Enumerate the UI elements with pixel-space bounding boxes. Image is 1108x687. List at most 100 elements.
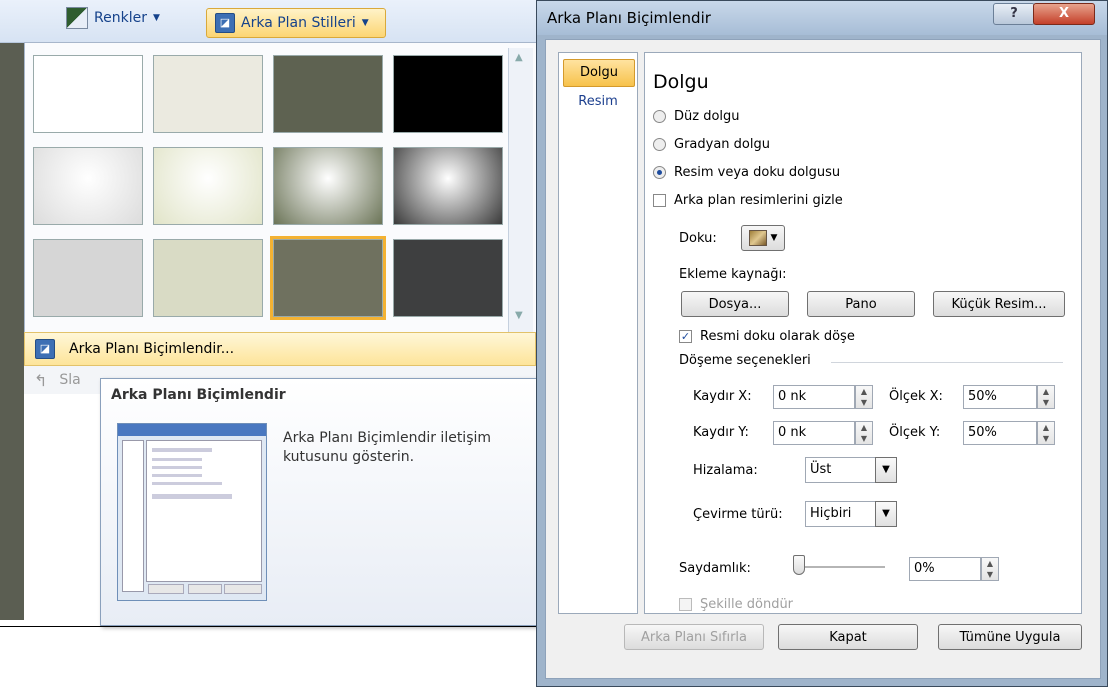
alignment-select[interactable]: Üst	[805, 457, 877, 483]
scale-y-field[interactable]: 50%	[963, 421, 1037, 445]
clipart-button[interactable]: Küçük Resim...	[933, 291, 1065, 317]
radio-label: Gradyan dolgu	[674, 137, 770, 152]
checkbox[interactable]	[679, 598, 692, 611]
nav-item-picture[interactable]: Resim	[563, 89, 633, 115]
chevron-down-icon[interactable]: ▼	[875, 501, 897, 527]
radio-solid-fill[interactable]: Düz dolgu	[653, 109, 740, 124]
background-styles-icon: ◪	[215, 13, 235, 33]
dialog-body: Dolgu Resim Dolgu Düz dolgu Gradyan dolg…	[545, 39, 1101, 679]
category-nav: Dolgu Resim	[558, 52, 638, 614]
panel-heading: Dolgu	[653, 71, 709, 93]
close-dialog-button[interactable]: Kapat	[778, 624, 918, 650]
close-button[interactable]: X	[1033, 3, 1095, 25]
texture-icon	[748, 230, 767, 246]
mirror-type-select[interactable]: Hiçbiri	[805, 501, 877, 527]
scale-y-spinner[interactable]: ▲ ▼	[1037, 421, 1055, 445]
radio-button[interactable]	[653, 166, 666, 179]
scale-x-text: Ölçek X:	[889, 389, 943, 404]
tooltip-description: Arka Planı Biçimlendir iletişim kutusunu…	[283, 430, 492, 465]
reset-icon: ↰	[34, 370, 48, 390]
nav-item-fill[interactable]: Dolgu	[563, 59, 635, 87]
background-style-tile[interactable]	[153, 55, 263, 133]
file-button[interactable]: Dosya...	[681, 291, 789, 317]
insert-from-text: Ekleme kaynağı:	[679, 267, 787, 282]
chevron-down-icon: ▼	[361, 18, 369, 28]
offset-x-label: Kaydır X:	[693, 389, 752, 404]
background-style-tile[interactable]	[393, 55, 503, 133]
background-style-tile[interactable]	[393, 147, 503, 225]
scale-x-label: Ölçek X:	[889, 389, 943, 404]
checkbox-label: Resmi doku olarak döşe	[700, 329, 855, 344]
offset-x-field[interactable]: 0 nk	[773, 385, 855, 409]
background-style-tile[interactable]	[33, 55, 143, 133]
menu-item-format-background[interactable]: ◪ Arka Planı Biçimlendir...	[24, 332, 536, 366]
radio-gradient-fill[interactable]: Gradyan dolgu	[653, 137, 770, 152]
checkbox-rotate-with-shape[interactable]: Şekille döndür	[679, 597, 793, 612]
help-button[interactable]: ?	[993, 3, 1035, 25]
scale-x-spinner[interactable]: ▲ ▼	[1037, 385, 1055, 409]
dialog-title: Arka Planı Biçimlendir	[547, 9, 711, 27]
offset-y-label: Kaydır Y:	[693, 425, 749, 440]
checkbox-tile-picture[interactable]: ✓ Resmi doku olarak döşe	[679, 329, 855, 344]
mirror-type-text: Çevirme türü:	[693, 507, 783, 522]
background-style-tile[interactable]	[33, 239, 143, 317]
transparency-spinner[interactable]: ▲ ▼	[981, 557, 999, 581]
scale-x-field[interactable]: 50%	[963, 385, 1037, 409]
divider	[831, 362, 1063, 363]
offset-x-text: Kaydır X:	[693, 389, 752, 404]
alignment-text: Hizalama:	[693, 463, 758, 478]
background-style-tile[interactable]	[273, 55, 383, 133]
offset-y-field[interactable]: 0 nk	[773, 421, 855, 445]
colors-button[interactable]: Renkler ▼	[66, 6, 160, 30]
colors-icon	[66, 7, 88, 29]
texture-label: Doku:	[679, 231, 717, 246]
divider	[0, 626, 540, 627]
background-styles-gallery	[24, 42, 538, 340]
tooltip: Arka Planı Biçimlendir Arka Planı Biçiml…	[100, 378, 538, 626]
scroll-down-icon[interactable]: ▼	[515, 310, 523, 321]
checkbox-hide-graphics[interactable]: Arka plan resimlerini gizle	[653, 193, 843, 208]
radio-button[interactable]	[653, 110, 666, 123]
tile-options-text: Döşeme seçenekleri	[679, 353, 811, 368]
background-styles-button[interactable]: ◪ Arka Plan Stilleri ▼	[206, 8, 386, 38]
slide-canvas	[0, 40, 24, 620]
tile-options-label: Döşeme seçenekleri	[679, 353, 811, 368]
checkbox-label: Arka plan resimlerini gizle	[674, 193, 843, 208]
offset-x-spinner[interactable]: ▲ ▼	[855, 385, 873, 409]
radio-label: Düz dolgu	[674, 109, 740, 124]
background-style-tile[interactable]	[393, 239, 503, 317]
background-style-tile[interactable]	[153, 239, 263, 317]
menu-item-label: Arka Planı Biçimlendir...	[69, 341, 235, 357]
clipboard-button[interactable]: Pano	[807, 291, 915, 317]
background-style-tile[interactable]	[33, 147, 143, 225]
alignment-label: Hizalama:	[693, 463, 758, 478]
checkbox[interactable]	[653, 194, 666, 207]
slider-thumb[interactable]	[793, 555, 805, 575]
offset-y-text: Kaydır Y:	[693, 425, 749, 440]
checkbox-label: Şekille döndür	[700, 597, 794, 612]
radio-label: Resim veya doku dolgusu	[674, 165, 841, 180]
background-style-tile[interactable]	[153, 147, 263, 225]
background-style-tile[interactable]	[273, 147, 383, 225]
fill-panel: Dolgu Düz dolgu Gradyan dolgu Resim veya…	[644, 52, 1082, 614]
background-style-tile[interactable]	[270, 236, 386, 320]
dialog-title-bar: Arka Planı Biçimlendir ? X	[537, 1, 1107, 35]
texture-picker[interactable]: ▼	[741, 225, 785, 251]
transparency-slider[interactable]	[793, 566, 885, 568]
scroll-up-icon[interactable]: ▲	[515, 52, 523, 63]
checkbox[interactable]: ✓	[679, 330, 692, 343]
transparency-field[interactable]: 0%	[909, 557, 981, 581]
apply-to-all-button[interactable]: Tümüne Uygula	[938, 624, 1082, 650]
chevron-down-icon: ▼	[770, 233, 778, 243]
radio-button[interactable]	[653, 138, 666, 151]
chevron-down-icon: ▼	[152, 13, 160, 23]
transparency-text: Saydamlık:	[679, 561, 751, 576]
colors-label: Renkler	[94, 10, 147, 26]
offset-y-spinner[interactable]: ▲ ▼	[855, 421, 873, 445]
scale-y-text: Ölçek Y:	[889, 425, 941, 440]
gallery-scrollbar[interactable]: ▲ ▼	[508, 48, 533, 332]
radio-picture-fill[interactable]: Resim veya doku dolgusu	[653, 165, 840, 180]
chevron-down-icon[interactable]: ▼	[875, 457, 897, 483]
transparency-label: Saydamlık:	[679, 561, 751, 576]
reset-background-button[interactable]: Arka Planı Sıfırla	[624, 624, 764, 650]
